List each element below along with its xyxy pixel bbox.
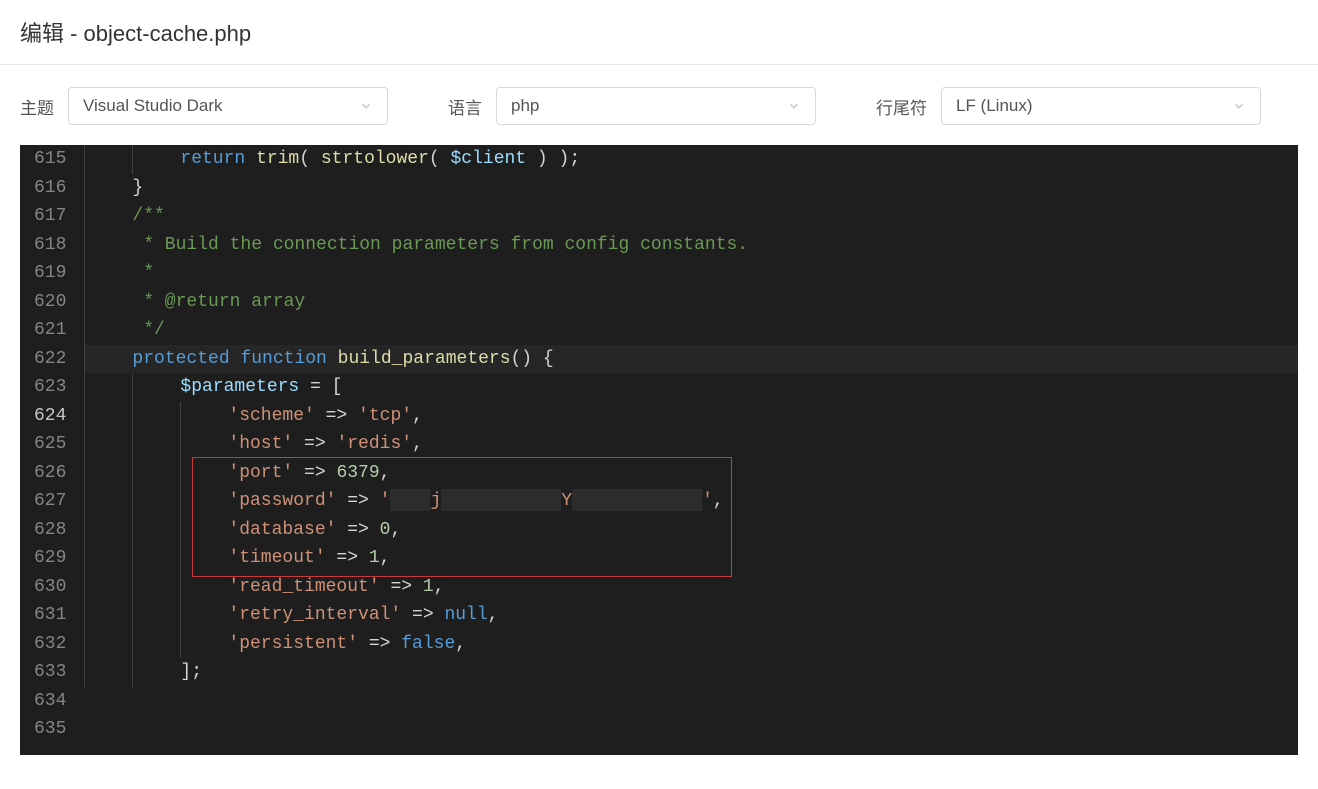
code-line[interactable]: * [84, 259, 1298, 288]
code-line[interactable]: * @return array [84, 288, 1298, 317]
line-number: 630 [34, 573, 66, 602]
line-number: 624 [34, 402, 66, 431]
language-select-value: php [511, 96, 539, 116]
code-line[interactable]: protected function build_parameters() { [84, 345, 1298, 374]
line-number: 633 [34, 658, 66, 687]
line-number: 621 [34, 316, 66, 345]
page-title: 编辑 - object-cache.php [20, 16, 1298, 48]
line-number: 632 [34, 630, 66, 659]
line-number: 616 [34, 174, 66, 203]
code-line[interactable]: 'retry_interval' => null, [84, 601, 1298, 630]
line-number: 629 [34, 544, 66, 573]
chevron-down-icon [787, 99, 801, 113]
chevron-down-icon [1232, 99, 1246, 113]
line-number: 628 [34, 516, 66, 545]
eol-select-value: LF (Linux) [956, 96, 1033, 116]
code-line[interactable]: 'scheme' => 'tcp', [84, 402, 1298, 431]
code-line[interactable]: 'timeout' => 1, [84, 544, 1298, 573]
theme-select[interactable]: Visual Studio Dark [68, 87, 388, 125]
line-number: 635 [34, 715, 66, 744]
line-number: 617 [34, 202, 66, 231]
code-line[interactable]: 'host' => 'redis', [84, 430, 1298, 459]
code-line[interactable]: return trim( strtolower( $client ) ); [84, 145, 1298, 174]
code-line[interactable]: 'database' => 0, [84, 516, 1298, 545]
editor-toolbar: 主题 Visual Studio Dark 语言 php 行尾符 LF (Lin… [0, 65, 1318, 145]
line-number-gutter: 6156166176186196206216226236246256266276… [20, 145, 84, 755]
line-number: 623 [34, 373, 66, 402]
code-line[interactable]: 'persistent' => false, [84, 630, 1298, 659]
line-number: 615 [34, 145, 66, 174]
code-line[interactable]: 'port' => 6379, [84, 459, 1298, 488]
code-line[interactable]: /** [84, 202, 1298, 231]
code-editor[interactable]: 6156166176186196206216226236246256266276… [20, 145, 1298, 755]
line-number: 631 [34, 601, 66, 630]
chevron-down-icon [359, 99, 373, 113]
code-line[interactable]: 'read_timeout' => 1, [84, 573, 1298, 602]
line-number: 634 [34, 687, 66, 716]
line-number: 627 [34, 487, 66, 516]
theme-label: 主题 [20, 94, 54, 119]
eol-select[interactable]: LF (Linux) [941, 87, 1261, 125]
code-line[interactable]: 'password' => 'jY', [84, 487, 1298, 516]
language-select[interactable]: php [496, 87, 816, 125]
code-line[interactable]: } [84, 174, 1298, 203]
code-line[interactable]: */ [84, 316, 1298, 345]
language-label: 语言 [448, 94, 482, 119]
line-number: 619 [34, 259, 66, 288]
code-area[interactable]: return trim( strtolower( $client ) );}/*… [84, 145, 1298, 755]
line-number: 626 [34, 459, 66, 488]
code-line[interactable]: ]; [84, 658, 1298, 687]
page-header: 编辑 - object-cache.php [0, 0, 1318, 65]
line-number: 625 [34, 430, 66, 459]
eol-label: 行尾符 [876, 94, 927, 119]
theme-group: 主题 Visual Studio Dark [20, 87, 388, 125]
code-line[interactable]: $parameters = [ [84, 373, 1298, 402]
eol-group: 行尾符 LF (Linux) [876, 87, 1261, 125]
language-group: 语言 php [448, 87, 816, 125]
line-number: 620 [34, 288, 66, 317]
code-line[interactable]: * Build the connection parameters from c… [84, 231, 1298, 260]
line-number: 622 [34, 345, 66, 374]
line-number: 618 [34, 231, 66, 260]
theme-select-value: Visual Studio Dark [83, 96, 223, 116]
